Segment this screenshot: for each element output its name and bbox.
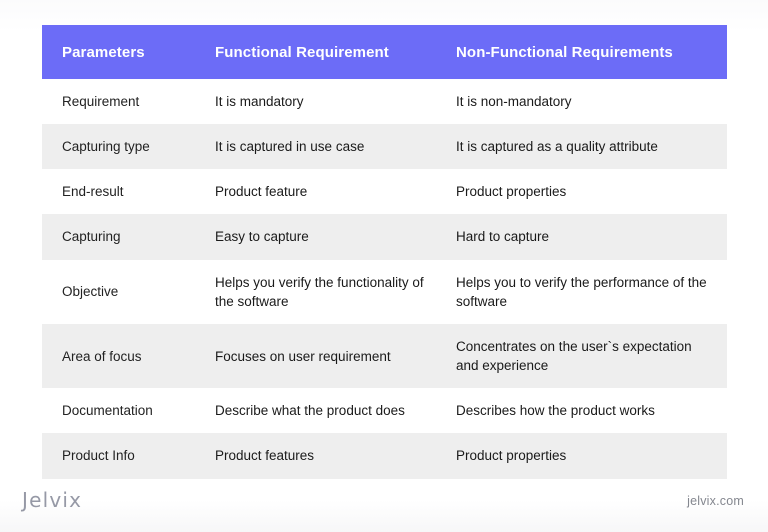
cell-non-functional: Product properties — [456, 433, 727, 479]
cell-parameter: Product Info — [42, 433, 215, 479]
cell-functional: Helps you verify the functionality of th… — [215, 259, 456, 324]
cell-functional: Describe what the product does — [215, 388, 456, 434]
cell-non-functional: Describes how the product works — [456, 388, 727, 434]
column-header-functional-requirement: Functional Requirement — [215, 25, 456, 79]
cell-parameter: Objective — [42, 259, 215, 324]
cell-functional: It is mandatory — [215, 79, 456, 125]
cell-parameter: End-result — [42, 169, 215, 215]
table-row: End-result Product feature Product prope… — [42, 169, 727, 215]
page-background: Parameters Functional Requirement Non-Fu… — [0, 0, 768, 532]
table-row: Documentation Describe what the product … — [42, 388, 727, 434]
cell-parameter: Capturing type — [42, 124, 215, 170]
cell-functional: It is captured in use case — [215, 124, 456, 170]
table-row: Area of focus Focuses on user requiremen… — [42, 323, 727, 389]
cell-functional: Product features — [215, 433, 456, 479]
cell-functional: Focuses on user requirement — [215, 323, 456, 389]
cell-non-functional: Concentrates on the user`s expectation a… — [456, 323, 727, 389]
cell-functional: Product feature — [215, 169, 456, 215]
cell-non-functional: It is captured as a quality attribute — [456, 124, 727, 170]
cell-non-functional: It is non-mandatory — [456, 79, 727, 125]
cell-functional: Easy to capture — [215, 214, 456, 260]
brand-url: jelvix.com — [687, 494, 744, 508]
table-row: Capturing Easy to capture Hard to captur… — [42, 214, 727, 260]
table-row: Objective Helps you verify the functiona… — [42, 259, 727, 324]
brand-logo: Jelvix — [22, 488, 83, 512]
cell-parameter: Capturing — [42, 214, 215, 260]
cell-parameter: Area of focus — [42, 323, 215, 389]
cell-non-functional: Product properties — [456, 169, 727, 215]
cell-non-functional: Helps you to verify the performance of t… — [456, 259, 727, 324]
table-row: Capturing type It is captured in use cas… — [42, 124, 727, 170]
table-row: Requirement It is mandatory It is non-ma… — [42, 79, 727, 125]
column-header-non-functional-requirements: Non-Functional Requirements — [456, 25, 727, 79]
cell-parameter: Documentation — [42, 388, 215, 434]
cell-non-functional: Hard to capture — [456, 214, 727, 260]
column-header-parameters: Parameters — [42, 25, 215, 79]
table-body: Requirement It is mandatory It is non-ma… — [42, 79, 727, 479]
footer: Jelvix jelvix.com — [0, 476, 768, 532]
requirements-comparison-table: Parameters Functional Requirement Non-Fu… — [42, 25, 727, 479]
cell-parameter: Requirement — [42, 79, 215, 125]
table-header: Parameters Functional Requirement Non-Fu… — [42, 25, 727, 79]
table-row: Product Info Product features Product pr… — [42, 433, 727, 479]
table-header-row: Parameters Functional Requirement Non-Fu… — [42, 25, 727, 79]
